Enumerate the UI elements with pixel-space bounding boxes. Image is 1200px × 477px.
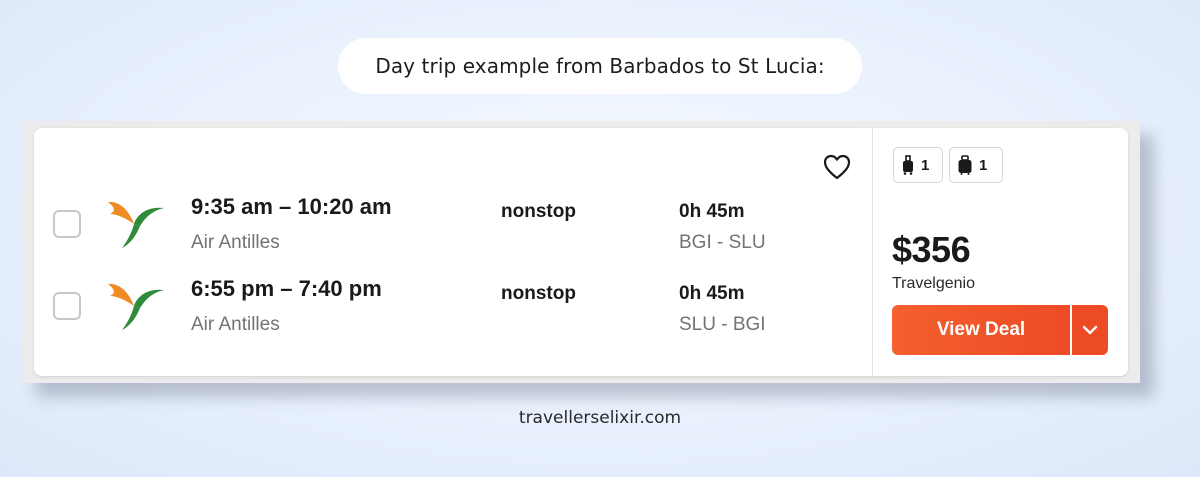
flight-leg-return: 6:55 pm – 7:40 pm Air Antilles nonstop 0…: [34, 274, 872, 344]
air-antilles-logo-icon: [104, 194, 166, 250]
leg-times: 9:35 am – 10:20 am: [191, 194, 392, 219]
deal-options-dropdown[interactable]: [1072, 305, 1108, 355]
footer-text: travellerselixir.com: [518, 408, 682, 428]
leg-times: 6:55 pm – 7:40 pm: [191, 276, 382, 301]
carry-on-bag-badge: 1: [893, 147, 943, 183]
checked-bag-badge: 1: [949, 147, 1003, 183]
flight-result-card[interactable]: 9:35 am – 10:20 am Air Antilles nonstop …: [34, 128, 1128, 376]
select-leg-checkbox[interactable]: [53, 210, 81, 238]
view-deal-label: View Deal: [936, 319, 1026, 340]
caption-pill: Day trip example from Barbados to St Luc…: [338, 38, 862, 94]
caption-text: Day trip example from Barbados to St Luc…: [375, 54, 825, 78]
checked-count: 1: [979, 156, 988, 174]
leg-stops: nonstop: [501, 201, 576, 222]
leg-airline: Air Antilles: [191, 314, 280, 335]
site-watermark: travellerselixir.com: [0, 408, 1200, 428]
leg-duration: 0h 45m: [679, 201, 745, 222]
leg-stops: nonstop: [501, 283, 576, 304]
price: $356: [892, 229, 971, 270]
leg-route: SLU - BGI: [679, 314, 766, 335]
chevron-down-icon: [1082, 325, 1098, 335]
leg-airline: Air Antilles: [191, 232, 280, 253]
checked-bag-icon: [958, 155, 972, 175]
view-deal-button[interactable]: View Deal: [892, 305, 1070, 355]
carry-on-count: 1: [921, 156, 930, 174]
air-antilles-logo-icon: [104, 276, 166, 332]
card-divider: [872, 128, 873, 376]
leg-route: BGI - SLU: [679, 232, 766, 253]
flight-leg-outbound: 9:35 am – 10:20 am Air Antilles nonstop …: [34, 192, 872, 262]
provider-name: Travelgenio: [892, 275, 976, 292]
leg-duration: 0h 45m: [679, 283, 745, 304]
carry-on-bag-icon: [903, 155, 913, 175]
favorite-heart-icon[interactable]: [821, 152, 853, 182]
select-leg-checkbox[interactable]: [53, 292, 81, 320]
